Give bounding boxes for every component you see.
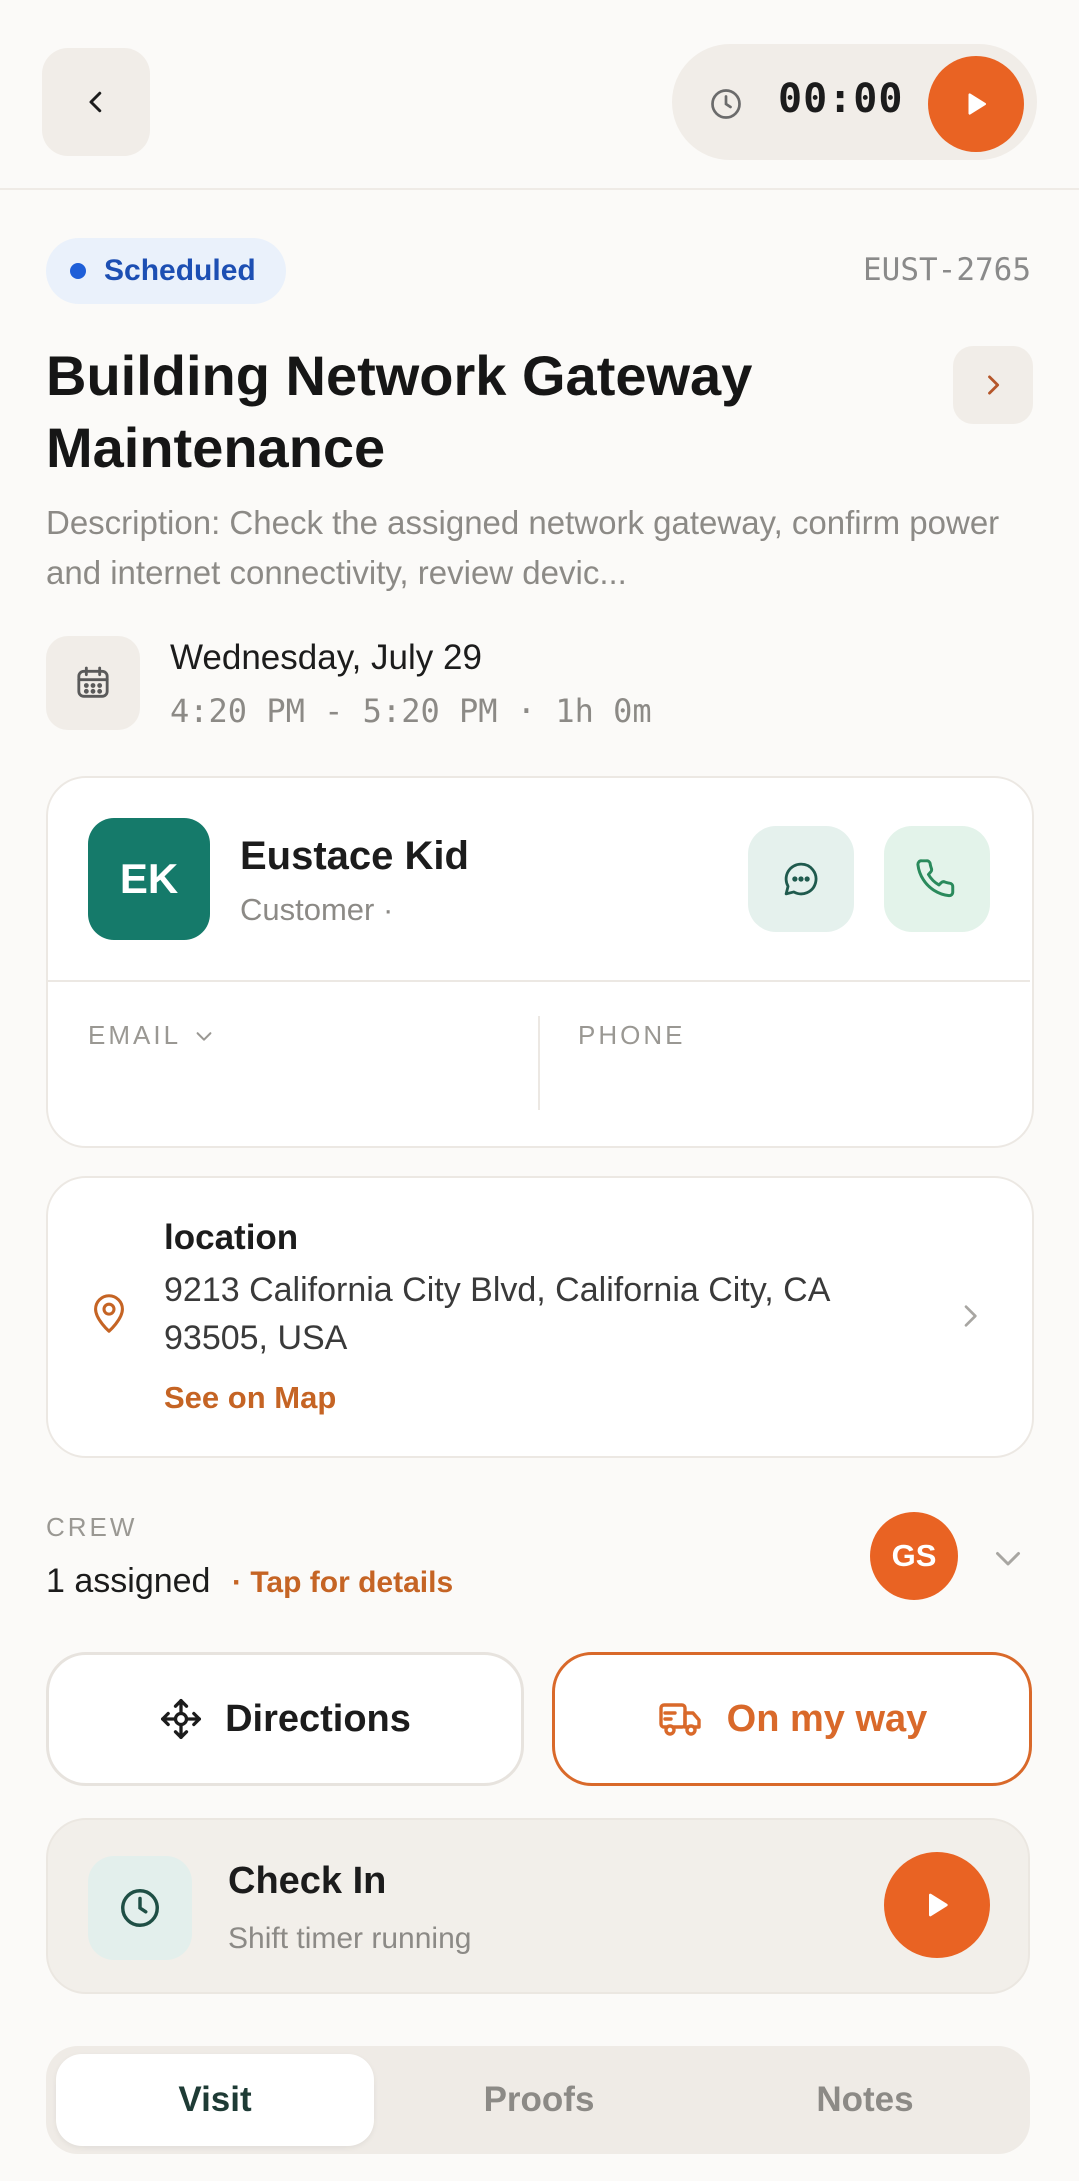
status-dot: [70, 263, 86, 279]
calendar-badge: [46, 636, 140, 730]
chevron-right-icon: [979, 371, 1007, 399]
check-in-title: Check In: [228, 1860, 387, 1902]
job-details-button[interactable]: [953, 346, 1033, 424]
move-icon: [159, 1697, 203, 1741]
chevron-left-icon: [81, 87, 111, 117]
call-button[interactable]: [884, 826, 990, 932]
check-in-card: [46, 1818, 1030, 1994]
on-my-way-label: On my way: [726, 1697, 928, 1740]
clock-icon: [708, 86, 744, 122]
crew-count: 1 assigned: [46, 1562, 211, 1600]
directions-label: Directions: [225, 1697, 411, 1740]
status-label: Scheduled: [104, 254, 256, 287]
location-address: 9213 California City Blvd, California Ci…: [164, 1271, 829, 1357]
card-divider: [48, 980, 1030, 982]
see-on-map-link[interactable]: See on Map: [164, 1380, 336, 1416]
back-button[interactable]: [42, 48, 150, 156]
card-column-divider: [538, 1016, 540, 1110]
message-button[interactable]: [748, 826, 854, 932]
email-toggle[interactable]: EMAIL: [88, 1020, 215, 1051]
timer-display: 00:00: [778, 76, 904, 122]
truck-icon: [657, 1695, 705, 1743]
check-in-subtitle: Shift timer running: [228, 1922, 472, 1955]
play-icon: [961, 89, 991, 119]
job-date: Wednesday, July 29: [170, 638, 482, 677]
phone-label: PHONE: [578, 1020, 686, 1050]
crew-label: CREW: [46, 1512, 138, 1542]
on-my-way-button[interactable]: On my way: [552, 1652, 1032, 1786]
job-description[interactable]: Description: Check the assigned network …: [46, 498, 1006, 598]
status-badge: Scheduled: [46, 238, 286, 304]
chat-icon: [780, 858, 822, 900]
email-label: EMAIL: [88, 1020, 182, 1050]
map-pin-icon: [86, 1290, 132, 1336]
tab-notes[interactable]: Notes: [706, 2054, 1024, 2146]
contact-avatar: EK: [88, 818, 210, 940]
chevron-down-icon[interactable]: [990, 1540, 1026, 1576]
chevron-down-icon: [193, 1025, 215, 1047]
contact-name: Eustace Kid: [240, 834, 469, 878]
check-in-play-button[interactable]: [884, 1852, 990, 1958]
phone-icon: [916, 858, 958, 900]
job-time-range: 4:20 PM - 5:20 PM · 1h 0m: [170, 692, 652, 730]
directions-button[interactable]: Directions: [46, 1652, 524, 1786]
check-in-badge: [88, 1856, 192, 1960]
location-title: location: [164, 1218, 299, 1257]
calendar-icon: [73, 663, 113, 703]
clock-icon: [117, 1885, 163, 1931]
timer-play-button[interactable]: [928, 56, 1024, 152]
chevron-right-icon: [954, 1300, 986, 1332]
crew-member-avatar[interactable]: GS: [870, 1512, 958, 1600]
crew-details-link[interactable]: · Tap for details: [232, 1566, 453, 1600]
tab-proofs[interactable]: Proofs: [380, 2054, 698, 2146]
ticket-id: EUST-2765: [863, 252, 1031, 288]
page-title: Building Network Gateway Maintenance: [46, 344, 753, 479]
tab-visit[interactable]: Visit: [56, 2054, 374, 2146]
contact-role: Customer ·: [240, 892, 394, 927]
play-icon: [921, 1889, 953, 1921]
